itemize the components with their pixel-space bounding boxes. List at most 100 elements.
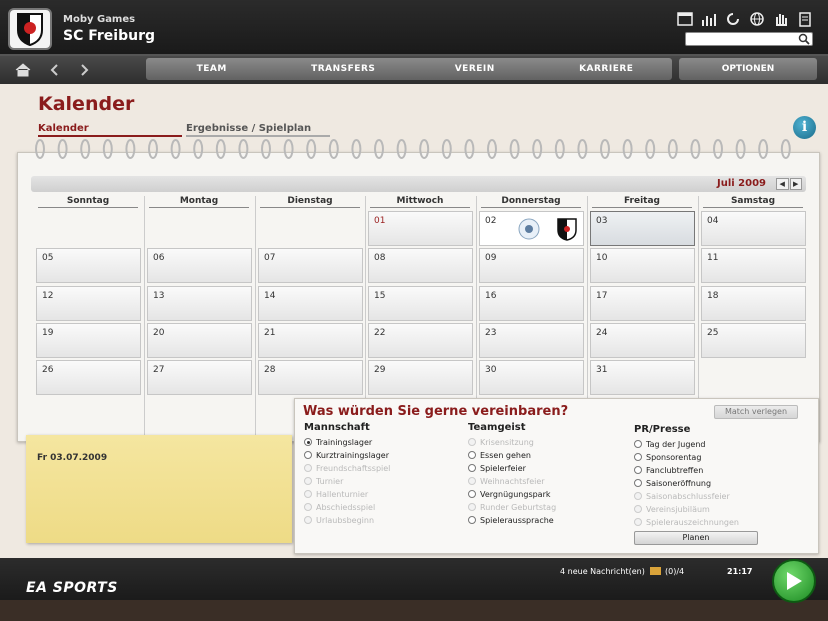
mail-icon[interactable] [650, 567, 661, 575]
club-crest-icon[interactable] [8, 8, 52, 50]
option-label: Spieleraussprache [480, 515, 554, 525]
calendar-day[interactable]: 05 [36, 248, 141, 283]
calendar-spiral [35, 139, 791, 159]
day-number: 04 [707, 216, 719, 226]
news-count[interactable]: 4 neue Nachricht(en) [560, 567, 645, 576]
tab-karriere[interactable]: KARRIERE [541, 58, 673, 80]
teamgeist-option[interactable]: Vergnügungspark [468, 488, 551, 500]
calendar-day[interactable]: 03 [590, 211, 695, 246]
calendar-day[interactable]: 25 [701, 323, 806, 358]
teamgeist-option[interactable]: Essen gehen [468, 449, 531, 461]
calendar-day[interactable]: 02 [479, 211, 584, 246]
calendar-day[interactable]: 29 [368, 360, 473, 395]
calendar-day[interactable]: 26 [36, 360, 141, 395]
spiral-ring [215, 139, 226, 159]
day-number: 31 [596, 365, 608, 375]
prev-month-button[interactable]: ◀ [776, 178, 789, 190]
radio-button[interactable] [634, 440, 642, 448]
info-icon[interactable]: i [793, 116, 816, 139]
radio-button[interactable] [468, 464, 476, 472]
globe-icon[interactable] [748, 10, 766, 28]
search-icon[interactable] [798, 33, 810, 45]
calendar-day[interactable]: 21 [258, 323, 363, 358]
calendar-day[interactable]: 04 [701, 211, 806, 246]
mannschaft-option[interactable]: Kurztrainingslager [304, 449, 389, 461]
calendar-day[interactable]: 22 [368, 323, 473, 358]
subtab-kalender[interactable]: Kalender [38, 123, 182, 137]
radio-button[interactable] [634, 453, 642, 461]
column-separator [144, 196, 145, 442]
weekday-header: Mittwoch [370, 196, 470, 208]
refresh-icon[interactable] [724, 10, 742, 28]
radio-button[interactable] [634, 466, 642, 474]
spiral-ring [238, 139, 249, 159]
presse-option[interactable]: Tag der Jugend [634, 438, 706, 450]
home-icon[interactable] [14, 61, 32, 79]
back-icon[interactable] [46, 61, 64, 79]
sticky-note: Fr 03.07.2009 [26, 435, 292, 543]
calendar-day[interactable]: 23 [479, 323, 584, 358]
radio-button [634, 492, 642, 500]
presse-option[interactable]: Fanclubtreffen [634, 464, 703, 476]
calendar-day[interactable]: 24 [590, 323, 695, 358]
day-number: 11 [707, 253, 719, 263]
calendar-day[interactable]: 18 [701, 286, 806, 321]
hand-icon[interactable] [772, 10, 790, 28]
calendar-day[interactable]: 12 [36, 286, 141, 321]
presse-option[interactable]: Sponsorentag [634, 451, 701, 463]
planen-button[interactable]: Planen [634, 531, 758, 545]
radio-button[interactable] [634, 479, 642, 487]
teamgeist-option[interactable]: Spieleraussprache [468, 514, 554, 526]
tab-verein[interactable]: VEREIN [409, 58, 541, 80]
radio-button [468, 477, 476, 485]
calendar-day[interactable]: 15 [368, 286, 473, 321]
calendar-day[interactable]: 08 [368, 248, 473, 283]
page-title: Kalender [38, 93, 135, 115]
day-number: 26 [42, 365, 54, 375]
calendar-day[interactable]: 16 [479, 286, 584, 321]
match-verlegen-button[interactable]: Match verlegen [714, 405, 798, 419]
spiral-ring [125, 139, 136, 159]
forward-icon[interactable] [75, 61, 93, 79]
subtab-ergebnisse[interactable]: Ergebnisse / Spielplan [186, 123, 330, 137]
spiral-ring [554, 139, 565, 159]
calendar-day[interactable]: 07 [258, 248, 363, 283]
calendar-day[interactable]: 01 [368, 211, 473, 246]
calendar-day[interactable]: 14 [258, 286, 363, 321]
radio-button[interactable] [304, 438, 312, 446]
continue-button[interactable] [772, 559, 816, 603]
mail-count[interactable]: (0)/4 [665, 567, 684, 576]
option-label: Spielerfeier [480, 463, 526, 473]
next-month-button[interactable]: ▶ [789, 178, 802, 190]
stats-icon[interactable] [700, 10, 718, 28]
mannschaft-option[interactable]: Trainingslager [304, 436, 372, 448]
calendar-day[interactable]: 19 [36, 323, 141, 358]
radio-button[interactable] [304, 451, 312, 459]
play-icon [787, 572, 802, 590]
calendar-day[interactable]: 28 [258, 360, 363, 395]
tab-optionen[interactable]: OPTIONEN [679, 58, 817, 80]
calendar-day[interactable]: 20 [147, 323, 252, 358]
document-icon[interactable] [796, 10, 814, 28]
tab-transfers[interactable]: TRANSFERS [278, 58, 410, 80]
calendar-day[interactable]: 17 [590, 286, 695, 321]
presse-option[interactable]: Saisoneröffnung [634, 477, 711, 489]
calendar-day[interactable]: 30 [479, 360, 584, 395]
manager-name: Moby Games [63, 14, 136, 25]
nav-bar: TEAM TRANSFERS VEREIN KARRIERE OPTIONEN [0, 56, 828, 84]
radio-button[interactable] [468, 516, 476, 524]
teamgeist-option[interactable]: Spielerfeier [468, 462, 526, 474]
tab-team[interactable]: TEAM [146, 58, 278, 80]
option-label: Turnier [316, 476, 344, 486]
calendar-day[interactable]: 06 [147, 248, 252, 283]
window-icon[interactable] [676, 10, 694, 28]
radio-button[interactable] [468, 451, 476, 459]
calendar-day[interactable]: 27 [147, 360, 252, 395]
calendar-day[interactable]: 31 [590, 360, 695, 395]
calendar-day[interactable]: 10 [590, 248, 695, 283]
calendar-day[interactable]: 11 [701, 248, 806, 283]
search-input[interactable] [685, 32, 813, 46]
radio-button[interactable] [468, 490, 476, 498]
calendar-day[interactable]: 09 [479, 248, 584, 283]
calendar-day[interactable]: 13 [147, 286, 252, 321]
